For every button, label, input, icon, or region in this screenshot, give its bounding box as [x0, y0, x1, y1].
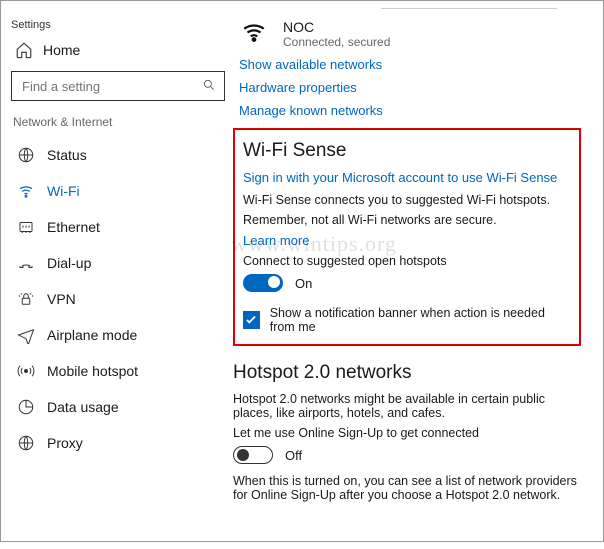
connection-status: Connected, secured [283, 35, 390, 49]
hotspot-icon [17, 362, 35, 380]
data-usage-icon [17, 398, 35, 416]
wifi-sense-desc: Wi-Fi Sense connects you to suggested Wi… [243, 193, 571, 207]
sidebar-item-label: Ethernet [47, 219, 100, 235]
search-icon [202, 78, 216, 95]
sidebar-item-ethernet[interactable]: Ethernet [11, 209, 233, 245]
search-input-wrap[interactable] [11, 71, 225, 101]
home-label: Home [43, 42, 80, 58]
sidebar-item-label: Proxy [47, 435, 83, 451]
signin-microsoft-link[interactable]: Sign in with your Microsoft account to u… [243, 170, 571, 185]
sidebar-item-status[interactable]: Status [11, 137, 233, 173]
connection-name: NOC [283, 19, 390, 35]
sidebar-item-dialup[interactable]: Dial-up [11, 245, 233, 281]
learn-more-link[interactable]: Learn more [243, 233, 571, 248]
sidebar-item-hotspot[interactable]: Mobile hotspot [11, 353, 233, 389]
sidebar-item-label: Dial-up [47, 255, 91, 271]
ethernet-icon [17, 218, 35, 236]
dialup-icon [17, 254, 35, 272]
hotspot20-title: Hotspot 2.0 networks [233, 362, 583, 384]
proxy-icon [17, 434, 35, 452]
airplane-icon [17, 326, 35, 344]
online-signup-label: Let me use Online Sign-Up to get connect… [233, 426, 583, 440]
sidebar-item-label: Mobile hotspot [47, 363, 138, 379]
manage-known-networks-link[interactable]: Manage known networks [239, 103, 583, 118]
app-title: Settings [11, 19, 233, 31]
notification-checkbox[interactable] [243, 311, 260, 329]
group-title: Network & Internet [13, 115, 233, 129]
toggle-state: Off [285, 448, 302, 463]
sidebar-item-wifi[interactable]: Wi-Fi [11, 173, 233, 209]
hotspot20-desc: Hotspot 2.0 networks might be available … [233, 392, 583, 420]
hotspot20-section: Hotspot 2.0 networks Hotspot 2.0 network… [233, 362, 583, 502]
wifi-icon [17, 182, 35, 200]
sidebar-item-label: Status [47, 147, 87, 163]
wifi-sense-remember: Remember, not all Wi-Fi networks are sec… [243, 213, 571, 227]
globe-icon [17, 146, 35, 164]
toggle-state: On [295, 276, 312, 291]
sidebar-item-proxy[interactable]: Proxy [11, 425, 233, 461]
show-available-networks-link[interactable]: Show available networks [239, 57, 583, 72]
hardware-properties-link[interactable]: Hardware properties [239, 80, 583, 95]
sidebar-item-label: Wi-Fi [47, 183, 80, 199]
sidebar-item-label: Data usage [47, 399, 119, 415]
hotspot20-note: When this is turned on, you can see a li… [233, 474, 583, 502]
sidebar-item-data-usage[interactable]: Data usage [11, 389, 233, 425]
wifi-sense-title: Wi-Fi Sense [243, 140, 571, 162]
sidebar-item-label: Airplane mode [47, 327, 137, 343]
search-input[interactable] [20, 78, 202, 95]
sidebar-item-label: VPN [47, 291, 76, 307]
current-connection: NOC Connected, secured [239, 19, 583, 49]
sidebar-item-airplane[interactable]: Airplane mode [11, 317, 233, 353]
notification-label: Show a notification banner when action i… [270, 306, 571, 334]
connect-suggested-toggle[interactable]: On [243, 274, 571, 292]
home-icon [15, 41, 33, 59]
connect-suggested-label: Connect to suggested open hotspots [243, 254, 571, 268]
online-signup-toggle[interactable]: Off [233, 446, 583, 464]
wifi-sense-section: Wi-Fi Sense Sign in with your Microsoft … [233, 128, 581, 346]
home-nav[interactable]: Home [15, 41, 233, 59]
vpn-icon [17, 290, 35, 308]
wifi-icon [239, 19, 269, 45]
sidebar-item-vpn[interactable]: VPN [11, 281, 233, 317]
